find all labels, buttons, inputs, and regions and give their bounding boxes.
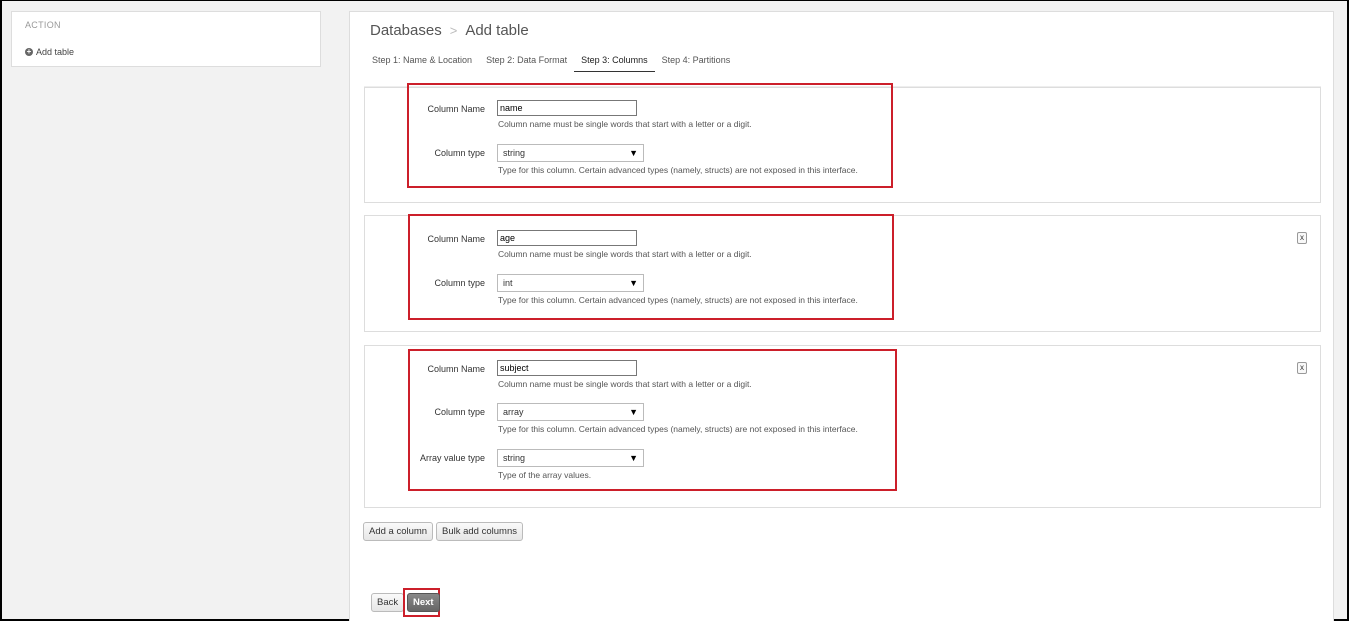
dropdown-arrow-icon: ▼ (629, 453, 638, 463)
tab-step-4[interactable]: Step 4: Partitions (655, 51, 738, 72)
column-type-help: Type for this column. Certain advanced t… (498, 295, 858, 305)
column-name-label: Column Name (427, 104, 485, 114)
column-type-label: Column type (434, 278, 485, 288)
column-card-2: Column Name Column name must be single w… (364, 214, 1321, 332)
array-value-type-value: string (503, 453, 526, 463)
column-name-input-3[interactable] (497, 360, 637, 376)
plus-circle-icon: + (25, 47, 33, 56)
back-button[interactable]: Back (371, 593, 405, 612)
remove-column-button-2[interactable]: x (1297, 232, 1307, 244)
sidebar: ACTION + Add table (11, 11, 321, 67)
column-type-select-2[interactable]: int ▼ (497, 274, 644, 292)
next-button[interactable]: Next (407, 593, 440, 612)
column-name-label: Column Name (427, 234, 485, 244)
bulk-add-columns-button[interactable]: Bulk add columns (436, 522, 523, 541)
column-name-label: Column Name (427, 364, 485, 374)
array-value-type-help: Type of the array values. (498, 470, 592, 480)
column-type-value: string (503, 148, 526, 158)
remove-column-button-3[interactable]: x (1297, 362, 1307, 374)
column-type-help: Type for this column. Certain advanced t… (498, 424, 858, 434)
column-name-input-2[interactable] (497, 230, 637, 246)
breadcrumb: Databases > Add table (370, 22, 529, 39)
column-type-help: Type for this column. Certain advanced t… (498, 165, 858, 175)
add-table-label: Add table (36, 47, 75, 57)
column-type-value: int (503, 278, 513, 288)
column-card-1: Column Name Column name must be single w… (364, 83, 1321, 203)
column-name-help: Column name must be single words that st… (498, 249, 752, 259)
array-value-type-label: Array value type (419, 453, 485, 463)
column-type-select-1[interactable]: string ▼ (497, 144, 644, 162)
column-type-select-3[interactable]: array ▼ (497, 403, 644, 421)
breadcrumb-databases[interactable]: Databases (370, 22, 442, 39)
column-type-value: array (503, 407, 524, 417)
sidebar-header: ACTION (25, 20, 61, 30)
add-column-button[interactable]: Add a column (363, 522, 434, 541)
column-card-3: Column Name Column name must be single w… (364, 345, 1321, 508)
column-type-label: Column type (434, 148, 485, 158)
dropdown-arrow-icon: ▼ (629, 407, 638, 417)
dropdown-arrow-icon: ▼ (629, 278, 638, 288)
main-panel: Databases > Add table Step 1: Name & Loc… (349, 11, 1334, 621)
wizard-steps: Step 1: Name & Location Step 2: Data For… (365, 51, 737, 72)
breadcrumb-current: Add table (465, 22, 529, 39)
array-value-type-select[interactable]: string ▼ (497, 449, 644, 467)
add-table-link[interactable]: + Add table (25, 47, 74, 57)
column-type-label: Column type (434, 407, 485, 417)
tab-step-3[interactable]: Step 3: Columns (574, 51, 655, 72)
column-name-input-1[interactable] (497, 100, 637, 116)
breadcrumb-separator: > (449, 23, 458, 38)
column-name-help: Column name must be single words that st… (498, 119, 752, 129)
tab-step-2[interactable]: Step 2: Data Format (479, 51, 574, 72)
dropdown-arrow-icon: ▼ (629, 148, 638, 158)
tab-step-1[interactable]: Step 1: Name & Location (365, 51, 479, 72)
column-name-help: Column name must be single words that st… (498, 379, 752, 389)
